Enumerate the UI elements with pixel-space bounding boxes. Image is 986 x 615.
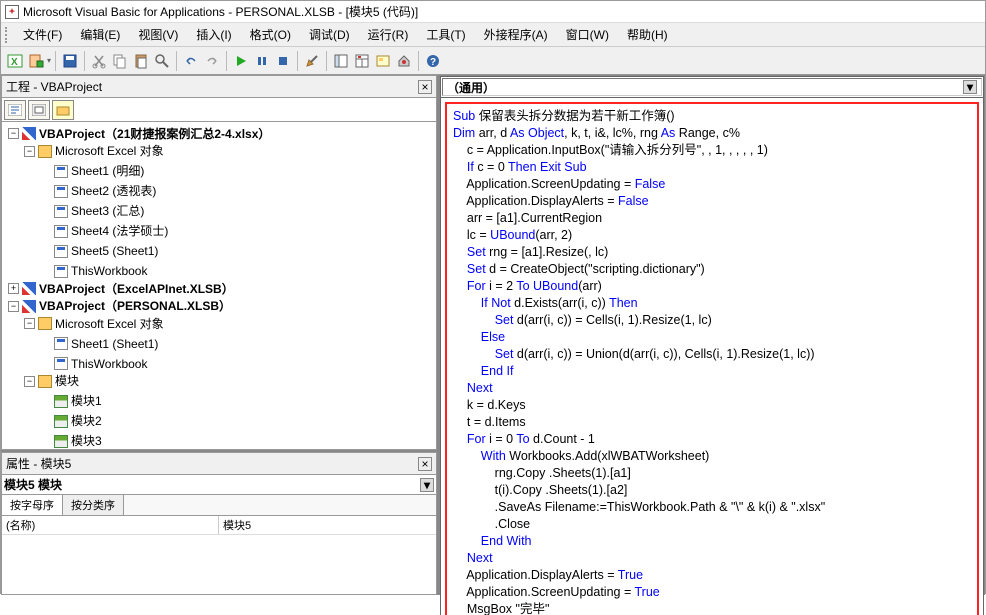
close-properties-panel[interactable]: × bbox=[418, 457, 432, 471]
menu-format[interactable]: 格式(O) bbox=[242, 24, 299, 45]
sheet2[interactable]: Sheet2 (透视表) bbox=[38, 183, 158, 199]
code-object-combo[interactable]: （通用）▾ bbox=[442, 78, 982, 96]
copy-button[interactable] bbox=[110, 51, 130, 71]
menu-help[interactable]: 帮助(H) bbox=[619, 24, 676, 45]
cut-button[interactable] bbox=[89, 51, 109, 71]
sheet4[interactable]: Sheet4 (法学硕士) bbox=[38, 223, 170, 239]
find-button[interactable] bbox=[152, 51, 172, 71]
save-button[interactable] bbox=[60, 51, 80, 71]
project-panel-header: 工程 - VBAProject × bbox=[1, 75, 437, 98]
break-button[interactable] bbox=[252, 51, 272, 71]
design-mode-button[interactable] bbox=[302, 51, 322, 71]
view-code-button[interactable] bbox=[4, 100, 26, 120]
excel-icon[interactable]: X bbox=[5, 51, 25, 71]
undo-button[interactable] bbox=[181, 51, 201, 71]
menu-edit[interactable]: 编辑(E) bbox=[72, 24, 128, 45]
svg-text:X: X bbox=[11, 57, 18, 68]
menubar: 文件(F) 编辑(E) 视图(V) 插入(I) 格式(O) 调试(D) 运行(R… bbox=[1, 23, 985, 47]
toggle-folders-button[interactable] bbox=[52, 100, 74, 120]
properties-object-combo[interactable]: 模块5 模块▾ bbox=[1, 475, 437, 495]
code-editor[interactable]: Sub 保留表头拆分数据为若干新工作簿() Dim arr, d As Obje… bbox=[445, 102, 979, 615]
module3[interactable]: 模块3 bbox=[38, 433, 104, 449]
view-object-button[interactable] bbox=[28, 100, 50, 120]
object-browser-button[interactable] bbox=[373, 51, 393, 71]
project-tree[interactable]: −VBAProject（21财捷报案例汇总2-4.xlsx） −Microsof… bbox=[1, 122, 437, 450]
prop-name-value[interactable]: 模块5 bbox=[219, 516, 255, 534]
properties-grid[interactable]: (名称) 模块5 bbox=[1, 516, 437, 595]
svg-text:?: ? bbox=[430, 57, 436, 68]
sheet1-1[interactable]: Sheet1 (明细) bbox=[38, 163, 146, 179]
window-title: Microsoft Visual Basic for Applications … bbox=[23, 3, 418, 20]
sheet3[interactable]: Sheet3 (汇总) bbox=[38, 203, 146, 219]
reset-button[interactable] bbox=[273, 51, 293, 71]
menu-debug[interactable]: 调试(D) bbox=[301, 24, 358, 45]
project-explorer-button[interactable] bbox=[331, 51, 351, 71]
insert-module-button[interactable] bbox=[26, 51, 46, 71]
menu-window[interactable]: 窗口(W) bbox=[558, 24, 617, 45]
prop-name-key: (名称) bbox=[2, 516, 219, 534]
sheet5[interactable]: Sheet5 (Sheet1) bbox=[38, 243, 160, 259]
thisworkbook-3[interactable]: ThisWorkbook bbox=[38, 356, 149, 372]
menu-tools[interactable]: 工具(T) bbox=[418, 24, 473, 45]
menu-file[interactable]: 文件(F) bbox=[15, 24, 70, 45]
toolbar: X ▾ ? bbox=[1, 47, 985, 75]
folder-excel-objects-1[interactable]: −Microsoft Excel 对象 bbox=[22, 143, 166, 159]
thisworkbook-1[interactable]: ThisWorkbook bbox=[38, 263, 149, 279]
menu-insert[interactable]: 插入(I) bbox=[188, 24, 239, 45]
prop-tab-categorized[interactable]: 按分类序 bbox=[63, 495, 124, 515]
sheet1-3[interactable]: Sheet1 (Sheet1) bbox=[38, 336, 160, 352]
module1[interactable]: 模块1 bbox=[38, 393, 104, 409]
folder-modules[interactable]: −模块 bbox=[22, 373, 81, 389]
menu-run[interactable]: 运行(R) bbox=[360, 24, 417, 45]
close-project-panel[interactable]: × bbox=[418, 80, 432, 94]
menu-addin[interactable]: 外接程序(A) bbox=[476, 24, 556, 45]
project-node-3[interactable]: −VBAProject（PERSONAL.XLSB） bbox=[6, 298, 233, 314]
folder-excel-objects-3[interactable]: −Microsoft Excel 对象 bbox=[22, 316, 166, 332]
properties-button[interactable] bbox=[352, 51, 372, 71]
paste-button[interactable] bbox=[131, 51, 151, 71]
titlebar: ✦ Microsoft Visual Basic for Application… bbox=[1, 1, 985, 23]
toolbox-button[interactable] bbox=[394, 51, 414, 71]
run-button[interactable] bbox=[231, 51, 251, 71]
project-node-2[interactable]: +VBAProject（ExcelAPInet.XLSB） bbox=[6, 281, 236, 297]
menu-view[interactable]: 视图(V) bbox=[130, 24, 186, 45]
properties-panel-header: 属性 - 模块5 × bbox=[1, 452, 437, 475]
help-button[interactable]: ? bbox=[423, 51, 443, 71]
module2[interactable]: 模块2 bbox=[38, 413, 104, 429]
project-toolbar bbox=[1, 98, 437, 122]
vba-icon: ✦ bbox=[5, 5, 19, 19]
redo-button[interactable] bbox=[202, 51, 222, 71]
prop-tab-alphabetic[interactable]: 按字母序 bbox=[2, 495, 63, 515]
project-node-1[interactable]: −VBAProject（21财捷报案例汇总2-4.xlsx） bbox=[6, 126, 272, 142]
